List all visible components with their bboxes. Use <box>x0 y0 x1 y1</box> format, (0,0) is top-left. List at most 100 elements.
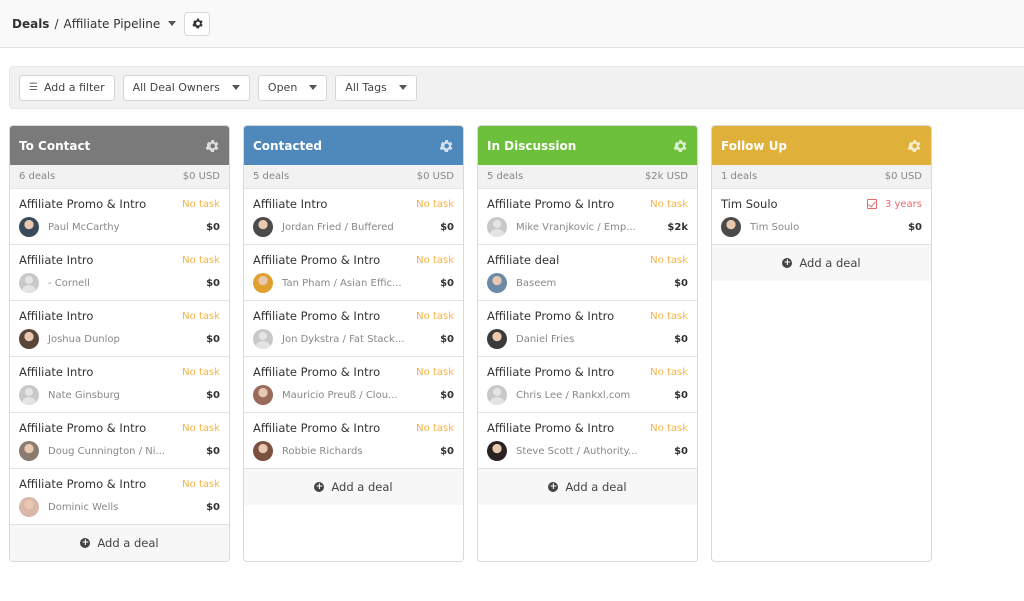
deal-task-status[interactable]: No task <box>416 199 454 210</box>
deal-title[interactable]: Affiliate Promo & Intro <box>253 365 380 379</box>
breadcrumb-deals[interactable]: Deals <box>12 17 49 31</box>
deal-contact[interactable]: Daniel Fries <box>516 334 574 345</box>
gear-icon[interactable] <box>438 138 454 154</box>
avatar <box>19 329 39 349</box>
avatar <box>19 497 39 517</box>
deal-title[interactable]: Affiliate Promo & Intro <box>487 197 614 211</box>
deal-contact[interactable]: Robbie Richards <box>282 446 363 457</box>
chevron-down-icon[interactable] <box>168 21 177 26</box>
deal-card[interactable]: Tim Soulo 3 years Tim Soulo $0 <box>712 189 931 245</box>
deal-title[interactable]: Affiliate Intro <box>19 309 93 323</box>
gear-icon[interactable] <box>672 138 688 154</box>
deal-contact[interactable]: Chris Lee / Rankxl.com <box>516 390 630 401</box>
add-deal-label: Add a deal <box>799 256 861 270</box>
add-deal-label: Add a deal <box>97 536 159 550</box>
pipeline-selector[interactable]: Affiliate Pipeline <box>64 17 161 31</box>
deal-card[interactable]: Affiliate Promo & Intro No task Dominic … <box>10 469 229 525</box>
add-deal-button[interactable]: + Add a deal <box>10 525 229 561</box>
deal-amount: $0 <box>206 501 220 513</box>
deal-task-status[interactable]: No task <box>416 255 454 266</box>
deal-title[interactable]: Affiliate Promo & Intro <box>253 253 380 267</box>
deal-card[interactable]: Affiliate Intro No task Jordan Fried / B… <box>244 189 463 245</box>
deal-contact[interactable]: Doug Cunnington / Ni... <box>48 446 165 457</box>
deal-task-status[interactable]: No task <box>650 367 688 378</box>
deal-contact[interactable]: Dominic Wells <box>48 502 118 513</box>
pipeline-settings-button[interactable] <box>184 11 211 36</box>
deal-task-status[interactable]: No task <box>182 367 220 378</box>
deal-task-status[interactable]: No task <box>182 199 220 210</box>
deal-task-status[interactable]: No task <box>650 255 688 266</box>
deal-list: Affiliate Promo & Intro No task Paul McC… <box>10 189 229 525</box>
deal-card[interactable]: Affiliate Promo & Intro No task Mike Vra… <box>478 189 697 245</box>
deal-task-status[interactable]: No task <box>182 255 220 266</box>
deal-task-status[interactable]: No task <box>182 423 220 434</box>
deal-task-status[interactable]: 3 years <box>866 199 922 210</box>
deal-title[interactable]: Affiliate Promo & Intro <box>487 309 614 323</box>
deal-amount: $0 <box>440 277 454 289</box>
deal-contact[interactable]: - Cornell <box>48 278 90 289</box>
tags-dropdown[interactable]: All Tags <box>335 74 417 101</box>
deal-card[interactable]: Affiliate Promo & Intro No task Doug Cun… <box>10 413 229 469</box>
avatar <box>253 217 273 237</box>
deal-title[interactable]: Affiliate Intro <box>19 253 93 267</box>
deal-title[interactable]: Affiliate Promo & Intro <box>253 421 380 435</box>
deal-contact[interactable]: Tan Pham / Asian Effic... <box>282 278 402 289</box>
deal-title[interactable]: Affiliate Promo & Intro <box>19 477 146 491</box>
deal-task-status[interactable]: No task <box>650 311 688 322</box>
stage-summary: 5 deals $0 USD <box>244 165 463 189</box>
deal-task-status[interactable]: No task <box>650 423 688 434</box>
deal-card[interactable]: Affiliate Promo & Intro No task Steve Sc… <box>478 413 697 469</box>
avatar <box>253 441 273 461</box>
deal-contact[interactable]: Jon Dykstra / Fat Stack... <box>282 334 404 345</box>
deal-card[interactable]: Affiliate Intro No task - Cornell $0 <box>10 245 229 301</box>
deal-card[interactable]: Affiliate Promo & Intro No task Tan Pham… <box>244 245 463 301</box>
deal-task-status[interactable]: No task <box>416 367 454 378</box>
deal-contact[interactable]: Mauricio Preuß / Clou... <box>282 390 398 401</box>
deal-card[interactable]: Affiliate deal No task Baseem $0 <box>478 245 697 301</box>
deal-contact[interactable]: Joshua Dunlop <box>48 334 120 345</box>
deal-title[interactable]: Affiliate Promo & Intro <box>487 421 614 435</box>
deal-task-status[interactable]: No task <box>416 423 454 434</box>
deal-title[interactable]: Affiliate Promo & Intro <box>19 421 146 435</box>
deal-contact[interactable]: Nate Ginsburg <box>48 390 120 401</box>
deal-card[interactable]: Affiliate Promo & Intro No task Paul McC… <box>10 189 229 245</box>
stage-deal-count: 5 deals <box>487 171 524 182</box>
deal-card[interactable]: Affiliate Promo & Intro No task Mauricio… <box>244 357 463 413</box>
deal-card[interactable]: Affiliate Promo & Intro No task Chris Le… <box>478 357 697 413</box>
status-dropdown[interactable]: Open <box>257 74 328 101</box>
avatar <box>487 441 507 461</box>
deal-amount: $0 <box>440 333 454 345</box>
deal-title[interactable]: Affiliate deal <box>487 253 559 267</box>
deal-card[interactable]: Affiliate Promo & Intro No task Jon Dyks… <box>244 301 463 357</box>
deal-contact[interactable]: Baseem <box>516 278 556 289</box>
deal-contact[interactable]: Paul McCarthy <box>48 222 120 233</box>
add-deal-button[interactable]: + Add a deal <box>244 469 463 505</box>
deal-contact[interactable]: Tim Soulo <box>750 222 799 233</box>
deal-title[interactable]: Affiliate Intro <box>253 197 327 211</box>
deal-task-status[interactable]: No task <box>416 311 454 322</box>
deal-task-status[interactable]: No task <box>650 199 688 210</box>
deal-owners-value: All Deal Owners <box>132 81 220 94</box>
stage-header: Contacted <box>244 126 463 165</box>
deal-card[interactable]: Affiliate Promo & Intro No task Robbie R… <box>244 413 463 469</box>
deal-task-status[interactable]: No task <box>182 479 220 490</box>
deal-title[interactable]: Affiliate Promo & Intro <box>253 309 380 323</box>
deal-title[interactable]: Affiliate Promo & Intro <box>19 197 146 211</box>
add-deal-button[interactable]: + Add a deal <box>712 245 931 281</box>
add-deal-button[interactable]: + Add a deal <box>478 469 697 505</box>
pipeline-stage-follow-up: Follow Up 1 deals $0 USD Tim Soulo 3 yea… <box>711 125 932 562</box>
deal-card[interactable]: Affiliate Promo & Intro No task Daniel F… <box>478 301 697 357</box>
deal-contact[interactable]: Mike Vranjkovic / Emp... <box>516 222 636 233</box>
deal-contact[interactable]: Jordan Fried / Buffered <box>282 222 394 233</box>
deal-title[interactable]: Tim Soulo <box>721 197 778 211</box>
gear-icon[interactable] <box>906 138 922 154</box>
deal-contact[interactable]: Steve Scott / Authority... <box>516 446 638 457</box>
deal-owners-dropdown[interactable]: All Deal Owners <box>122 74 250 101</box>
gear-icon[interactable] <box>204 138 220 154</box>
deal-title[interactable]: Affiliate Intro <box>19 365 93 379</box>
deal-task-status[interactable]: No task <box>182 311 220 322</box>
deal-card[interactable]: Affiliate Intro No task Joshua Dunlop $0 <box>10 301 229 357</box>
deal-card[interactable]: Affiliate Intro No task Nate Ginsburg $0 <box>10 357 229 413</box>
add-filter-button[interactable]: ☰ Add a filter <box>19 74 115 101</box>
deal-title[interactable]: Affiliate Promo & Intro <box>487 365 614 379</box>
